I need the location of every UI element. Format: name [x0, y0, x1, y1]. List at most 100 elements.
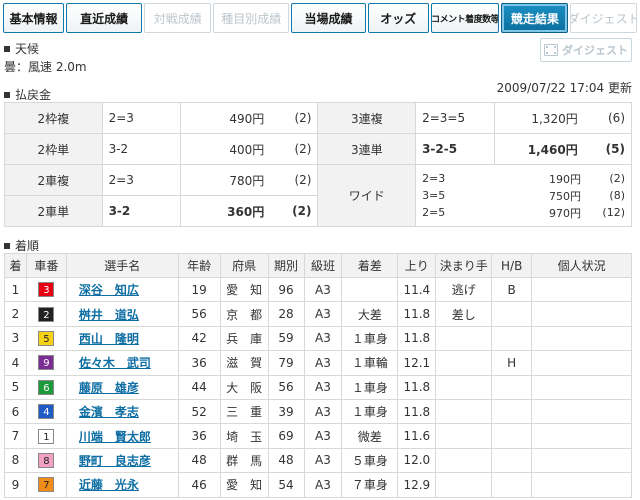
age-cell: 56 — [177, 301, 221, 327]
age-cell: 36 — [177, 423, 221, 449]
margin-cell: 微差 — [341, 423, 399, 449]
hb-cell — [491, 325, 533, 352]
tab-7[interactable]: 競走結果 — [501, 3, 569, 33]
column-header: 車番 — [25, 253, 67, 278]
wide-line: 2=3 190円 (2) — [416, 170, 631, 187]
rider-name-cell: 西山 隆明 — [65, 325, 179, 352]
personal-status-cell — [531, 398, 632, 425]
rider-name-link[interactable]: 川端 賢太郎 — [79, 430, 151, 444]
margin-cell: 大差 — [341, 301, 399, 327]
term-cell: 59 — [267, 325, 305, 352]
term-cell: 96 — [267, 276, 305, 303]
age-cell: 19 — [177, 276, 221, 303]
payout-amount: 190円 — [549, 172, 581, 186]
car-number-badge: 7 — [38, 477, 55, 493]
table-row: 6 4 金濱 孝志 52 三 重 39 A3 １車身 11.8 — [4, 398, 632, 425]
rider-name-link[interactable]: 藤原 雄彦 — [79, 381, 139, 395]
tab-2: 対戦成績 — [144, 3, 212, 33]
car-number-cell: 8 — [25, 447, 67, 474]
table-row: 3 5 西山 隆明 42 兵 庫 59 A3 １車身 11.8 — [4, 325, 632, 352]
winning-move-cell — [435, 398, 493, 425]
term-cell: 28 — [267, 301, 305, 327]
winning-move-cell — [435, 472, 493, 498]
popularity: (6) — [583, 102, 632, 134]
rank-cell: 3 — [4, 325, 27, 352]
class-cell: A3 — [303, 472, 343, 498]
payout-amount: 780円 — [180, 164, 271, 196]
rider-name-cell: 藤原 雄彦 — [65, 374, 179, 400]
last-lap-time-cell: 11.8 — [397, 374, 437, 400]
payout-amount: 400円 — [180, 133, 271, 165]
car-number-cell: 9 — [25, 350, 67, 376]
prefecture-cell: 埼 玉 — [219, 423, 269, 449]
column-header: 個人状況 — [531, 253, 632, 278]
payout-amount: 750円 — [549, 189, 581, 203]
digest-button[interactable]: ダイジェスト — [540, 38, 632, 62]
car-number-badge: 1 — [38, 428, 55, 444]
tab-4[interactable]: 当場成績 — [291, 3, 366, 33]
bet-type-label: 2車単 — [4, 195, 103, 227]
personal-status-cell — [531, 350, 632, 376]
margin-cell: １車身 — [341, 398, 399, 425]
car-number-cell: 3 — [25, 276, 67, 303]
age-cell: 48 — [177, 447, 221, 474]
combination: 2=3 — [422, 172, 446, 185]
rider-name-link[interactable]: 佐々木 武司 — [79, 356, 151, 370]
term-cell: 69 — [267, 423, 305, 449]
tab-1[interactable]: 直近成績 — [66, 3, 143, 33]
hb-cell — [491, 423, 533, 449]
popularity: (2) — [270, 195, 319, 227]
car-number-badge: 9 — [38, 355, 55, 371]
payout-row: 2枠単 3-2 400円 (2) 3連単 3-2-5 1,460円 (5) — [4, 133, 632, 165]
winning-move-cell — [435, 447, 493, 474]
popularity: (2) — [609, 172, 625, 185]
winning-move-cell — [435, 325, 493, 352]
column-header: 年齢 — [177, 253, 221, 278]
tab-6[interactable]: コメント着度数等 — [430, 3, 500, 33]
rank-cell: 4 — [4, 350, 27, 376]
class-cell: A3 — [303, 301, 343, 327]
age-cell: 46 — [177, 472, 221, 498]
rider-name-cell: 桝井 道弘 — [65, 301, 179, 327]
bullet-square-icon — [4, 91, 10, 98]
tab-0[interactable]: 基本情報 — [3, 3, 65, 33]
bullet-square-icon — [4, 45, 10, 52]
wide-line: 2=5 970円 (12) — [416, 204, 631, 221]
car-number-cell: 2 — [25, 301, 67, 327]
popularity: (2) — [270, 133, 319, 165]
rider-name-link[interactable]: 桝井 道弘 — [79, 308, 139, 322]
last-lap-time-cell: 11.8 — [397, 301, 437, 327]
tab-5[interactable]: オッズ — [367, 3, 429, 33]
prefecture-cell: 兵 庫 — [219, 325, 269, 352]
rider-name-link[interactable]: 近藤 光永 — [79, 478, 139, 492]
bet-type-label: 3連複 — [317, 102, 417, 134]
hb-cell — [491, 398, 533, 425]
bet-type-label: 2枠単 — [4, 133, 103, 165]
rider-name-link[interactable]: 西山 隆明 — [79, 332, 139, 346]
age-cell: 42 — [177, 325, 221, 352]
winning-move-cell — [435, 350, 493, 376]
hb-cell: H — [491, 350, 533, 376]
margin-cell: ７車身 — [341, 472, 399, 498]
rider-name-link[interactable]: 野町 良志彦 — [79, 454, 151, 468]
results-header-row: 着車番 選手名 年齢 府県 期別 級班 着差 上り 決まり手 H/B 個人状況 — [4, 253, 632, 278]
rider-name-link[interactable]: 金濱 孝志 — [79, 405, 139, 419]
car-number-badge: 2 — [38, 306, 55, 322]
rider-name-cell: 金濱 孝志 — [65, 398, 179, 425]
combination: 2=5 — [422, 206, 446, 219]
wide-payouts: 2=3 190円 (2) 3=5 750円 (8) 2=5 970円 (12) — [415, 164, 632, 227]
column-header: 級班 — [303, 253, 343, 278]
last-lap-time-cell: 11.8 — [397, 398, 437, 425]
combination: 2=3 — [101, 102, 182, 134]
term-cell: 48 — [267, 447, 305, 474]
last-lap-time-cell: 12.0 — [397, 447, 437, 474]
column-header: 府県 — [219, 253, 269, 278]
rider-name-cell: 深谷 知広 — [65, 276, 179, 303]
class-cell: A3 — [303, 276, 343, 303]
margin-cell — [341, 276, 399, 303]
column-header: 期別 — [267, 253, 305, 278]
table-row: 1 3 深谷 知広 19 愛 知 96 A3 11.4 逃げ B — [4, 276, 632, 303]
hb-cell — [491, 472, 533, 498]
rider-name-link[interactable]: 深谷 知広 — [79, 283, 139, 297]
popularity: (2) — [270, 102, 319, 134]
